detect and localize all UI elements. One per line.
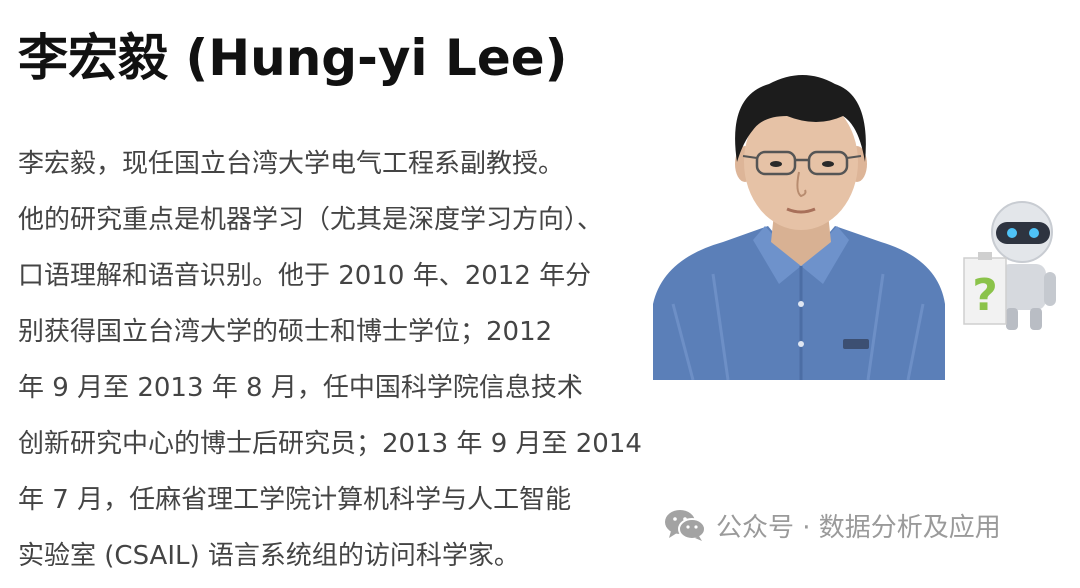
bio-line: 创新研究中心的博士后研究员；2013 年 9 月至 2014 (18, 429, 642, 459)
watermark-text: 公众号 · 数据分析及应用 (716, 512, 1001, 543)
page-title: 李宏毅 (Hung-yi Lee) (18, 29, 568, 87)
bio-line: 口语理解和语音识别。他于 2010 年、2012 年分 (18, 261, 592, 291)
portrait-photo (653, 4, 950, 380)
svg-text:?: ? (972, 270, 998, 321)
bio-line: 年 7 月，任麻省理工学院计算机科学与人工智能 (18, 485, 572, 515)
wechat-icon (665, 510, 706, 541)
bio-line: 年 9 月至 2013 年 8 月，任中国科学院信息技术 (18, 373, 583, 403)
bio-line: 实验室 (CSAIL) 语言系统组的访问科学家。 (18, 541, 520, 571)
robot-question-mark-icon: ? (962, 200, 1066, 334)
bio-paragraph: 李宏毅，现任国立台湾大学电气工程系副教授。 他的研究重点是机器学习（尤其是深度学… (18, 140, 658, 588)
watermark: 公众号 · 数据分析及应用 (664, 505, 1001, 545)
bio-line: 李宏毅，现任国立台湾大学电气工程系副教授。 (18, 149, 565, 179)
bio-line: 别获得国立台湾大学的硕士和博士学位；2012 (18, 317, 553, 347)
bio-line: 他的研究重点是机器学习（尤其是深度学习方向）、 (18, 205, 604, 235)
